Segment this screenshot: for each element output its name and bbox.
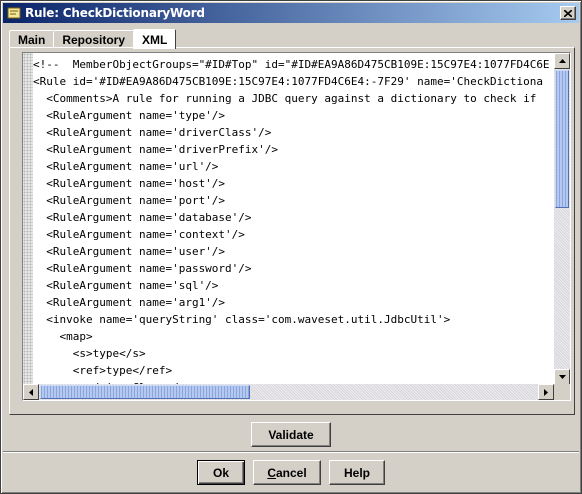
horizontal-scroll-thumb[interactable] <box>40 385 250 399</box>
tab-main[interactable]: Main <box>9 30 55 48</box>
xml-editor: <!-- MemberObjectGroups="#ID#Top" id="#I… <box>22 52 571 401</box>
rule-icon <box>7 6 21 20</box>
tab-repository[interactable]: Repository <box>53 30 135 48</box>
scroll-up-button[interactable] <box>554 53 570 69</box>
scroll-right-button[interactable] <box>538 384 554 400</box>
code-line: <RuleArgument name='context'/> <box>33 228 245 241</box>
ok-button[interactable]: Ok <box>197 460 245 485</box>
close-button[interactable] <box>560 6 576 20</box>
code-line: <Rule id='#ID#EA9A86D475CB109E:15C97E4:1… <box>33 75 543 88</box>
vertical-scrollbar[interactable] <box>554 53 570 385</box>
code-line: <RuleArgument name='sql'/> <box>33 279 219 292</box>
scroll-left-button[interactable] <box>23 384 39 400</box>
code-line: <Comments>A rule for running a JDBC quer… <box>33 92 537 105</box>
arrow-up-icon <box>558 59 566 63</box>
code-line: <RuleArgument name='driverPrefix'/> <box>33 143 279 156</box>
code-line: <RuleArgument name='arg1'/> <box>33 296 226 309</box>
cancel-button[interactable]: Cancel <box>253 460 321 485</box>
code-line: <ref>type</ref> <box>33 364 173 377</box>
arrow-left-icon <box>29 388 33 396</box>
close-icon <box>564 9 572 17</box>
code-line: <!-- MemberObjectGroups="#ID#Top" id="#I… <box>33 58 550 71</box>
code-line: <s>type</s> <box>33 347 146 360</box>
title-bar[interactable]: Rule: CheckDictionaryWord <box>3 3 579 23</box>
tab-strip: Main Repository XML <box>9 28 177 49</box>
xml-text-area[interactable]: <!-- MemberObjectGroups="#ID#Top" id="#I… <box>33 53 555 385</box>
code-line: <RuleArgument name='type'/> <box>33 109 226 122</box>
help-button[interactable]: Help <box>329 460 385 485</box>
editor-gutter <box>23 53 33 385</box>
code-line: <RuleArgument name='driverClass'/> <box>33 126 272 139</box>
code-line: <invoke name='queryString' class='com.wa… <box>33 313 451 326</box>
arrow-right-icon <box>544 388 548 396</box>
arrow-down-icon <box>558 375 566 379</box>
code-line: <RuleArgument name='port'/> <box>33 194 226 207</box>
code-line: <RuleArgument name='database'/> <box>33 211 252 224</box>
code-line: <RuleArgument name='url'/> <box>33 160 219 173</box>
scroll-corner <box>554 384 570 400</box>
code-line: <RuleArgument name='password'/> <box>33 262 252 275</box>
horizontal-scrollbar[interactable] <box>23 384 570 400</box>
code-line: <RuleArgument name='host'/> <box>33 177 226 190</box>
vertical-scroll-thumb[interactable] <box>555 70 569 208</box>
scroll-down-button[interactable] <box>554 369 570 385</box>
code-line: <RuleArgument name='user'/> <box>33 245 226 258</box>
window-title: Rule: CheckDictionaryWord <box>25 6 205 20</box>
tab-xml[interactable]: XML <box>133 29 177 49</box>
button-separator <box>3 451 579 453</box>
code-line: <map> <box>33 330 93 343</box>
rule-dialog-window: Rule: CheckDictionaryWord Main Repositor… <box>0 0 582 494</box>
xml-tab-panel: <!-- MemberObjectGroups="#ID#Top" id="#I… <box>9 47 575 415</box>
validate-button[interactable]: Validate <box>251 422 331 447</box>
